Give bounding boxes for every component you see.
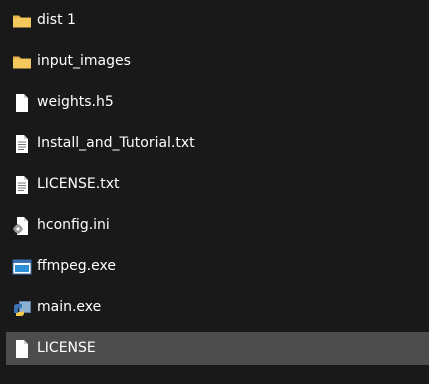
text-file-icon <box>12 175 32 195</box>
file-row-dist-1[interactable]: dist 1 <box>6 4 429 37</box>
file-name: input_images <box>37 53 131 69</box>
file-name: weights.h5 <box>37 94 114 110</box>
file-list: dist 1 input_images weights.h5 Install_a… <box>0 0 429 384</box>
file-row-main-exe[interactable]: main.exe <box>6 291 429 324</box>
folder-icon <box>12 52 32 72</box>
file-name: ffmpeg.exe <box>37 258 116 274</box>
file-name: hconfig.ini <box>37 217 110 233</box>
file-icon <box>12 93 32 113</box>
file-row-ffmpeg-exe[interactable]: ffmpeg.exe <box>6 250 429 283</box>
file-row-install-tutorial[interactable]: Install_and_Tutorial.txt <box>6 127 429 160</box>
text-file-icon <box>12 134 32 154</box>
python-app-icon <box>12 298 32 318</box>
file-row-license-selected[interactable]: LICENSE <box>6 332 429 365</box>
file-row-license-txt[interactable]: LICENSE.txt <box>6 168 429 201</box>
folder-icon <box>12 11 32 31</box>
file-name: main.exe <box>37 299 102 315</box>
file-name: LICENSE.txt <box>37 176 120 192</box>
config-file-icon <box>12 216 32 236</box>
file-name: Install_and_Tutorial.txt <box>37 135 195 151</box>
application-icon <box>12 257 32 277</box>
file-row-hconfig-ini[interactable]: hconfig.ini <box>6 209 429 242</box>
file-name: LICENSE <box>37 340 96 356</box>
file-icon <box>12 339 32 359</box>
file-row-weights-h5[interactable]: weights.h5 <box>6 86 429 119</box>
file-row-input-images[interactable]: input_images <box>6 45 429 78</box>
file-name: dist 1 <box>37 12 76 28</box>
